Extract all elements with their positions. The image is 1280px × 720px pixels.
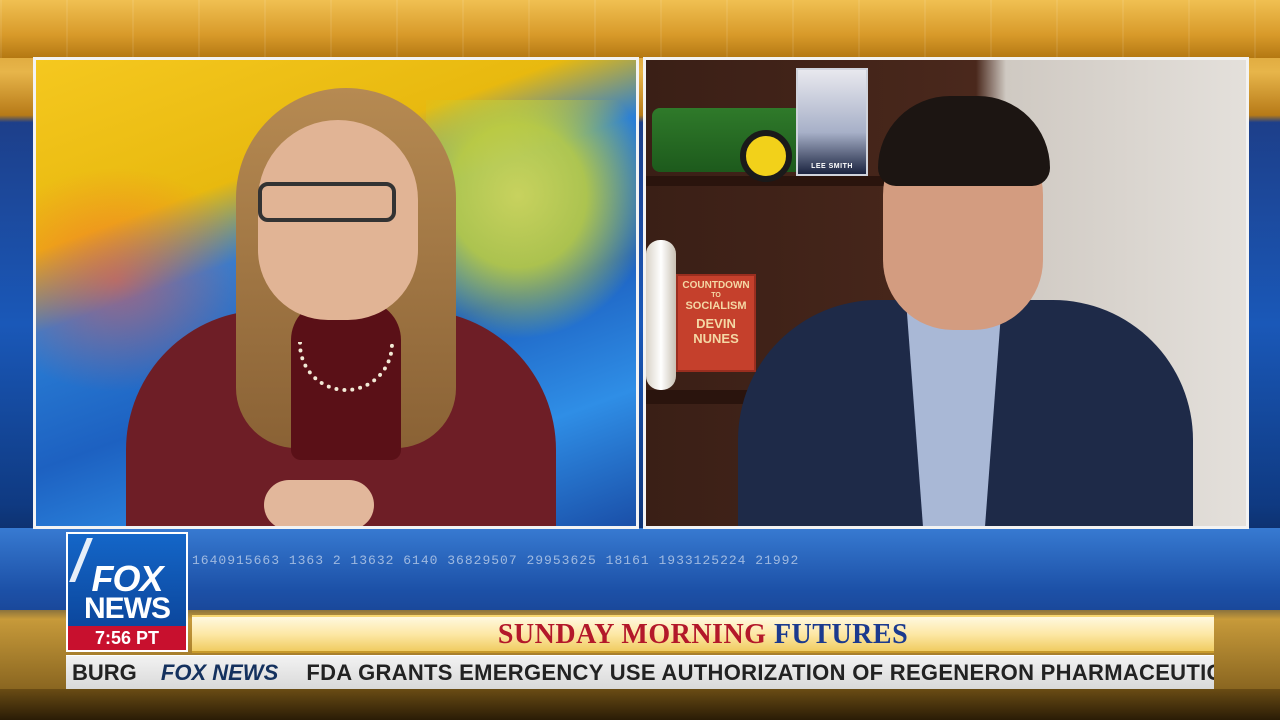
crawl-headline: FDA GRANTS EMERGENCY USE AUTHORIZATION O… xyxy=(306,660,1214,685)
vase xyxy=(646,240,676,390)
book-title-line1: COUNTDOWN xyxy=(682,280,750,291)
book-title-line2: TO xyxy=(711,292,721,299)
show-title-word2: MORNING xyxy=(621,619,767,650)
book-countdown-to-socialism: COUNTDOWN TO SOCIALISM DEVIN NUNES xyxy=(676,274,756,372)
guest-background: LEE SMITH COUNTDOWN TO SOCIALISM DEVIN N… xyxy=(646,60,1246,526)
crawl-previous-text: BURG xyxy=(72,660,137,685)
host-hands xyxy=(264,480,374,526)
video-panel-host xyxy=(33,57,639,529)
book-author-last: NUNES xyxy=(693,331,739,346)
glasses-icon xyxy=(258,182,396,222)
show-title-word3: FUTURES xyxy=(773,619,909,650)
news-crawl: BURG FOX NEWS FDA GRANTS EMERGENCY USE A… xyxy=(66,655,1214,689)
bottom-band xyxy=(0,689,1280,720)
host-background xyxy=(36,60,636,526)
book-title-line3: SOCIALISM xyxy=(685,300,747,312)
show-title-bar: SUNDAY MORNING FUTURES xyxy=(192,615,1214,653)
video-panel-guest: LEE SMITH COUNTDOWN TO SOCIALISM DEVIN N… xyxy=(643,57,1249,529)
book-trump: LEE SMITH xyxy=(796,68,868,176)
world-map-graphic xyxy=(426,100,636,340)
book-author-first: DEVIN xyxy=(696,316,736,331)
clock-time: 7:56 PT xyxy=(68,626,186,650)
fox-news-logo: FOX NEWS 7:56 PT xyxy=(66,532,188,652)
show-title-word1: SUNDAY xyxy=(497,619,614,650)
toy-tractor xyxy=(652,108,802,182)
guest-hair xyxy=(878,96,1050,186)
book-trump-author: LEE SMITH xyxy=(811,163,853,170)
number-ticker-graphic: 1640915663 1363 2 13632 6140 36829507 29… xyxy=(192,553,800,568)
logo-news-text: NEWS xyxy=(84,592,171,625)
crawl-fox-news-brand: FOX NEWS xyxy=(160,660,279,685)
